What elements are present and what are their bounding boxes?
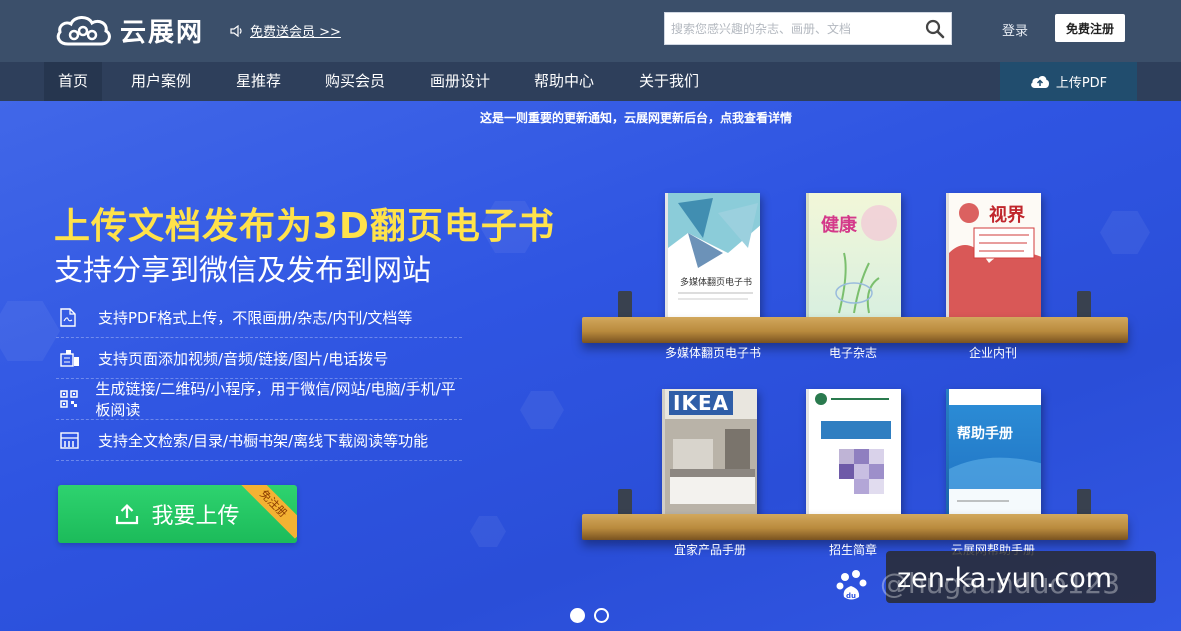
book-cover-title: 多媒体翻页电子书	[679, 278, 752, 288]
carousel-dots	[570, 608, 618, 623]
book-cover-ikea[interactable]: IKEA	[662, 389, 757, 519]
feature-text: 支持PDF格式上传，不限画册/杂志/内刊/文档等	[98, 308, 413, 327]
upload-pdf-label: 上传PDF	[1055, 76, 1108, 91]
speaker-icon	[230, 24, 242, 37]
hero-subheadline: 支持分享到微信及发布到网站	[54, 253, 432, 287]
feature-item: 支持全文检索/目录/书橱书架/离线下载阅读等功能	[56, 420, 462, 461]
baidu-paw-icon: du	[836, 570, 867, 600]
feature-list: 支持PDF格式上传，不限画册/杂志/内刊/文档等 支持页面添加视频/音频/链接/…	[56, 297, 462, 461]
nav-item-about-us[interactable]: 关于我们	[639, 62, 699, 101]
feature-item: 支持PDF格式上传，不限画册/杂志/内刊/文档等	[56, 297, 462, 338]
book-cover-newsletter[interactable]: 视界	[946, 193, 1041, 323]
hero-headline: 上传文档发布为3D翻页电子书	[54, 206, 555, 247]
feature-text: 生成链接/二维码/小程序，用于微信/网站/电脑/手机/平板阅读	[95, 380, 456, 419]
upload-now-button[interactable]: 我要上传 免注册	[58, 485, 297, 543]
book-cover-help-manual[interactable]: 帮助手册	[946, 389, 1041, 519]
feature-text: 支持全文检索/目录/书橱书架/离线下载阅读等功能	[98, 431, 429, 450]
logo-text: 云展网	[120, 18, 205, 48]
no-registration-ribbon: 免注册	[238, 485, 297, 539]
pdf-file-icon	[60, 307, 88, 327]
register-button[interactable]: 免费注册	[1055, 14, 1125, 42]
feature-text: 支持页面添加视频/音频/链接/图片/电话拨号	[98, 349, 389, 368]
book-cover-title: IKEA	[669, 391, 734, 415]
carousel-dot-active[interactable]	[570, 608, 585, 623]
book-label[interactable]: 企业内刊	[923, 344, 1063, 361]
book-cover-magazine[interactable]: 健康	[806, 193, 901, 323]
search-box	[664, 12, 952, 45]
cloud-logo-icon	[56, 15, 111, 45]
media-icon	[60, 348, 88, 368]
nav-item-star-picks[interactable]: 星推荐	[236, 62, 281, 101]
top-bookshelf	[582, 317, 1128, 343]
search-button[interactable]	[919, 13, 951, 44]
search-icon	[925, 19, 945, 38]
svg-text:du: du	[846, 592, 856, 600]
nav-item-album-design[interactable]: 画册设计	[430, 62, 490, 101]
nav-item-help-center[interactable]: 帮助中心	[534, 62, 594, 101]
hex-decoration	[470, 516, 506, 547]
update-announcement[interactable]: 这是一则重要的更新通知，云展网更新后台，点我查看详情	[0, 109, 1181, 126]
site-logo[interactable]: 云展网	[54, 12, 204, 49]
book-label[interactable]: 多媒体翻页电子书	[643, 344, 783, 361]
cover-art	[949, 389, 1041, 519]
cover-art	[809, 389, 901, 494]
book-label[interactable]: 电子杂志	[783, 344, 923, 361]
book-label[interactable]: 宜家产品手册	[640, 541, 780, 558]
hex-decoration	[520, 391, 564, 429]
book-cover-title: 健康	[821, 215, 857, 236]
hex-decoration	[0, 301, 60, 361]
qrcode-icon	[60, 389, 85, 409]
feature-item: 生成链接/二维码/小程序，用于微信/网站/电脑/手机/平板阅读	[56, 379, 462, 420]
nav-item-home[interactable]: 首页	[44, 62, 102, 101]
upload-now-label: 我要上传	[151, 504, 240, 529]
hex-decoration	[1100, 211, 1150, 254]
book-cover-title: 帮助手册	[957, 426, 1013, 442]
book-cover-multimedia[interactable]: 多媒体翻页电子书	[665, 193, 760, 323]
feature-item: 支持页面添加视频/音频/链接/图片/电话拨号	[56, 338, 462, 379]
upload-pdf-button[interactable]: 上传PDF	[1000, 62, 1137, 101]
main-nav: 首页 用户案例 星推荐 购买会员 画册设计 帮助中心 关于我们 上传PDF	[0, 62, 1181, 101]
bottom-bookshelf	[582, 514, 1128, 540]
carousel-dot[interactable]	[594, 608, 609, 623]
cover-art	[668, 193, 760, 300]
book-cover-admissions[interactable]	[806, 389, 901, 519]
upload-icon	[116, 503, 139, 525]
top-header: 云展网 免费送会员 >> 登录 免费注册	[0, 0, 1181, 62]
nav-item-user-cases[interactable]: 用户案例	[131, 62, 191, 101]
bookshelf-icon	[60, 430, 88, 450]
watermark-site: zen-ka-yun.com	[897, 563, 1113, 594]
hero-banner: 这是一则重要的更新通知，云展网更新后台，点我查看详情 上传文档发布为3D翻页电子…	[0, 101, 1181, 631]
search-input[interactable]	[665, 13, 921, 44]
free-membership-link[interactable]: 免费送会员 >>	[230, 21, 341, 40]
cloud-upload-icon	[1030, 75, 1049, 88]
nav-item-buy-membership[interactable]: 购买会员	[325, 62, 385, 101]
free-membership-text: 免费送会员 >>	[250, 25, 341, 40]
book-cover-title: 视界	[989, 205, 1025, 226]
login-link[interactable]: 登录	[1002, 20, 1028, 39]
